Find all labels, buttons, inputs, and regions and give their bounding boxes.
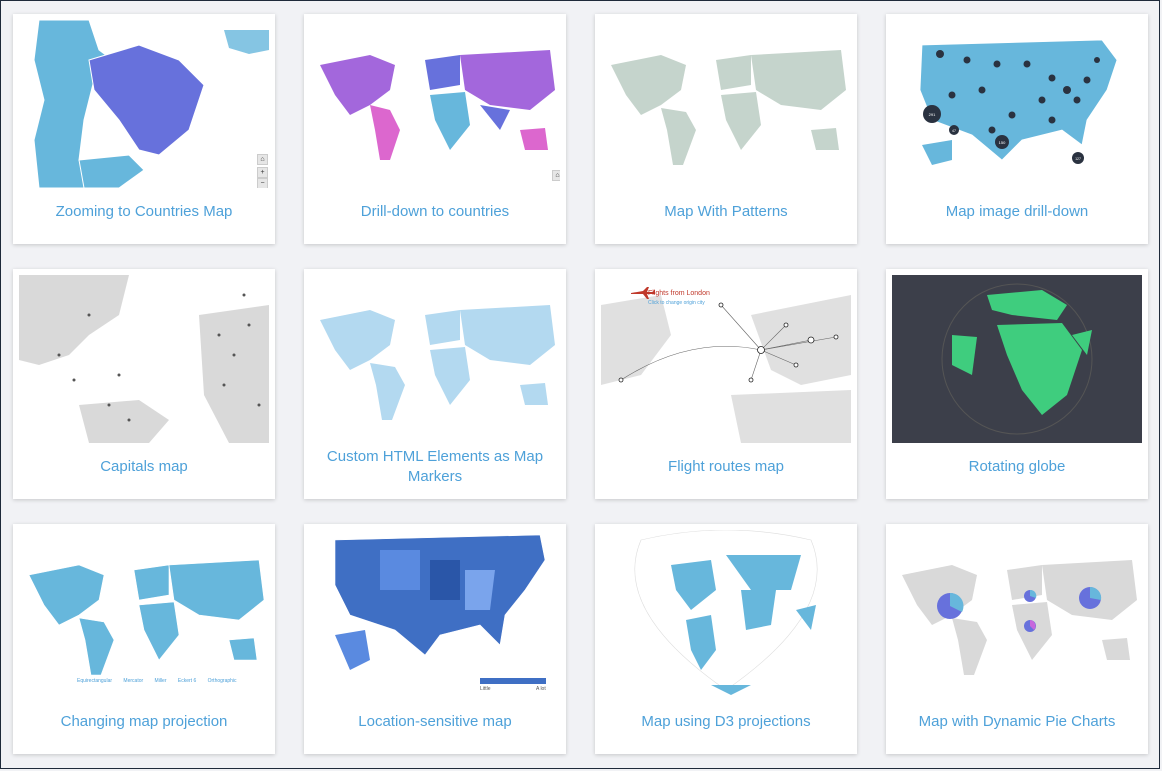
map-patterns-icon — [601, 20, 851, 188]
card-title[interactable]: Map With Patterns — [605, 188, 847, 236]
card-title[interactable]: Zooming to Countries Map — [23, 188, 265, 236]
zoom-out-icon[interactable]: − — [257, 178, 268, 188]
card-image-drilldown[interactable]: 291 150 127 47 Map image drill-down — [886, 14, 1148, 244]
map-pie-icon — [892, 530, 1142, 698]
legend-high: A lot — [536, 686, 546, 692]
card-title[interactable]: Capitals map — [23, 443, 265, 491]
projection-switcher: Equirectangular Mercator Miller Eckert 6… — [77, 678, 247, 684]
card-flight-routes[interactable]: Flights from London Click to change orig… — [595, 269, 857, 499]
globe-icon — [892, 275, 1142, 443]
cluster-count: 47 — [952, 129, 956, 133]
flight-subtitle[interactable]: Click to change origin city — [648, 300, 705, 306]
zoom-in-icon[interactable]: + — [257, 167, 268, 178]
card-patterns[interactable]: Map With Patterns — [595, 14, 857, 244]
projection-option[interactable]: Eckert 6 — [178, 678, 196, 684]
map-zoom-countries-icon: ⌂ + − — [19, 20, 269, 188]
card-capitals[interactable]: Capitals map — [13, 269, 275, 499]
projection-option[interactable]: Orthographic — [208, 678, 237, 684]
card-d3-projections[interactable]: Map using D3 projections — [595, 524, 857, 754]
card-zooming-countries[interactable]: ⌂ + − Zooming to Countries Map — [13, 14, 275, 244]
map-html-markers-icon — [310, 275, 560, 443]
card-title[interactable]: Map using D3 projections — [605, 698, 847, 746]
demo-gallery: ⌂ + − Zooming to Countries Map ⌂ Drill-d… — [13, 14, 1148, 754]
cluster-count: 127 — [1075, 157, 1081, 161]
card-title[interactable]: Map with Dynamic Pie Charts — [896, 698, 1138, 746]
card-title[interactable]: Drill-down to countries — [314, 188, 556, 236]
legend-low: Little — [480, 686, 491, 692]
card-title[interactable]: Rotating globe — [896, 443, 1138, 491]
card-map-projection[interactable]: Equirectangular Mercator Miller Eckert 6… — [13, 524, 275, 754]
map-capitals-icon — [19, 275, 269, 443]
flight-title: Flights from London — [648, 290, 710, 297]
card-title[interactable]: Location-sensitive map — [314, 698, 556, 746]
card-rotating-globe[interactable]: Rotating globe — [886, 269, 1148, 499]
card-title[interactable]: Flight routes map — [605, 443, 847, 491]
map-d3-icon — [601, 530, 851, 698]
card-location-sensitive[interactable]: Little A lot Location-sensitive map — [304, 524, 566, 754]
projection-option[interactable]: Mercator — [123, 678, 143, 684]
card-title[interactable]: Custom HTML Elements as Map Markers — [314, 443, 556, 491]
home-icon[interactable]: ⌂ — [257, 154, 268, 165]
card-drilldown[interactable]: ⌂ Drill-down to countries — [304, 14, 566, 244]
cluster-count: 150 — [999, 140, 1006, 145]
map-projection-icon: Equirectangular Mercator Miller Eckert 6… — [19, 530, 269, 698]
home-icon[interactable]: ⌂ — [552, 170, 560, 181]
projection-option[interactable]: Miller — [155, 678, 167, 684]
card-html-markers[interactable]: Custom HTML Elements as Map Markers — [304, 269, 566, 499]
projection-option[interactable]: Equirectangular — [77, 678, 112, 684]
card-title[interactable]: Map image drill-down — [896, 188, 1138, 236]
card-dynamic-pie[interactable]: Map with Dynamic Pie Charts — [886, 524, 1148, 754]
map-image-drilldown-icon: 291 150 127 47 — [892, 20, 1142, 188]
map-flight-routes-icon: Flights from London Click to change orig… — [601, 275, 851, 443]
map-us-choropleth-icon: Little A lot — [310, 530, 560, 698]
map-drilldown-icon: ⌂ — [310, 20, 560, 188]
cluster-count: 291 — [929, 112, 936, 117]
card-title[interactable]: Changing map projection — [23, 698, 265, 746]
